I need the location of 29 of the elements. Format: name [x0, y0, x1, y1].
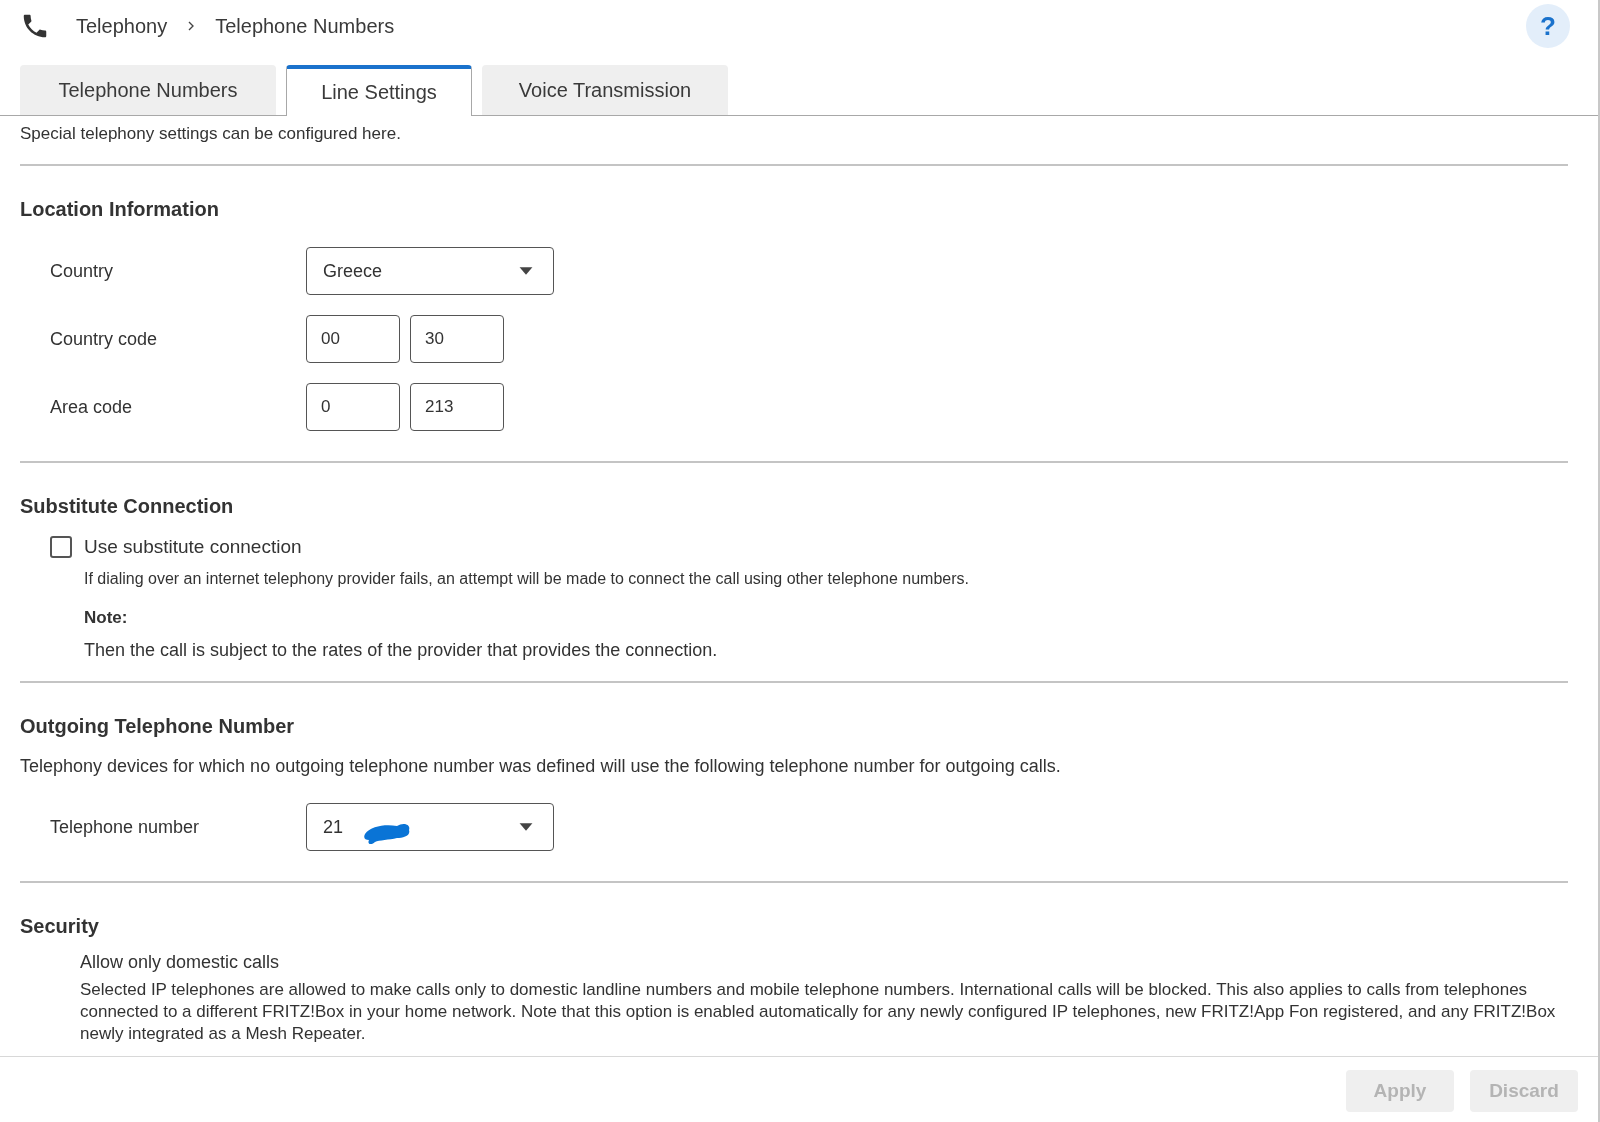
field-label: Area code — [50, 396, 134, 418]
field-label: Country code — [50, 328, 159, 350]
dropdown[interactable]: Greece — [306, 247, 554, 295]
section-heading: Location Information — [20, 198, 220, 221]
help-button[interactable]: ? — [1526, 4, 1570, 48]
hint-text: If dialing over an internet telephony provider fails, an attempt will be made to connect the call using other telephone numbers. — [84, 570, 970, 588]
field-label: Telephone number — [50, 816, 201, 838]
note-title: Note: — [84, 608, 129, 628]
breadcrumb-link[interactable]: Telephony — [76, 14, 168, 38]
input-field[interactable]: 0 — [306, 383, 400, 431]
field-label: Country — [50, 260, 115, 282]
description-text: Telephony devices for which no outgoing telephone number was defined will use the following telephone number for outgoing calls. — [20, 756, 1062, 777]
input-field[interactable]: 30 — [410, 315, 504, 363]
intro-text: Special telephony settings can be configured here. — [20, 124, 402, 144]
input-field[interactable]: 00 — [306, 315, 400, 363]
checkbox[interactable] — [50, 536, 72, 558]
tab[interactable]: Telephone Numbers — [20, 65, 276, 115]
note-text: Then the call is subject to the rates of the provider that provides the connection. — [84, 640, 719, 661]
section-heading: Outgoing Telephone Number — [20, 715, 296, 738]
option-description: Selected IP telephones are allowed to make calls only to domestic landline numbers and mobile telephone numbers. International calls will be blocked. This also applies to calls from telephones connected to a different FRITZ!Box in your home network. Note that this option is enabled automatically for any newly configured IP telephones, new FRITZ!App Fon registered, and any FRITZ!Box newly integrated as a Mesh Repeater. — [80, 979, 1557, 1045]
section-heading: Security — [20, 915, 100, 938]
input-field[interactable]: 213 — [410, 383, 504, 431]
tab[interactable]: Line Settings — [286, 65, 472, 116]
checkbox-label: Use substitute connection — [84, 536, 302, 558]
tab[interactable]: Voice Transmission — [482, 65, 728, 115]
dropdown[interactable]: 21 — [306, 803, 554, 851]
breadcrumb-link[interactable]: Telephone Numbers — [215, 14, 395, 38]
option-label: Allow only domestic calls — [80, 952, 281, 973]
section-heading: Substitute Connection — [20, 495, 235, 518]
